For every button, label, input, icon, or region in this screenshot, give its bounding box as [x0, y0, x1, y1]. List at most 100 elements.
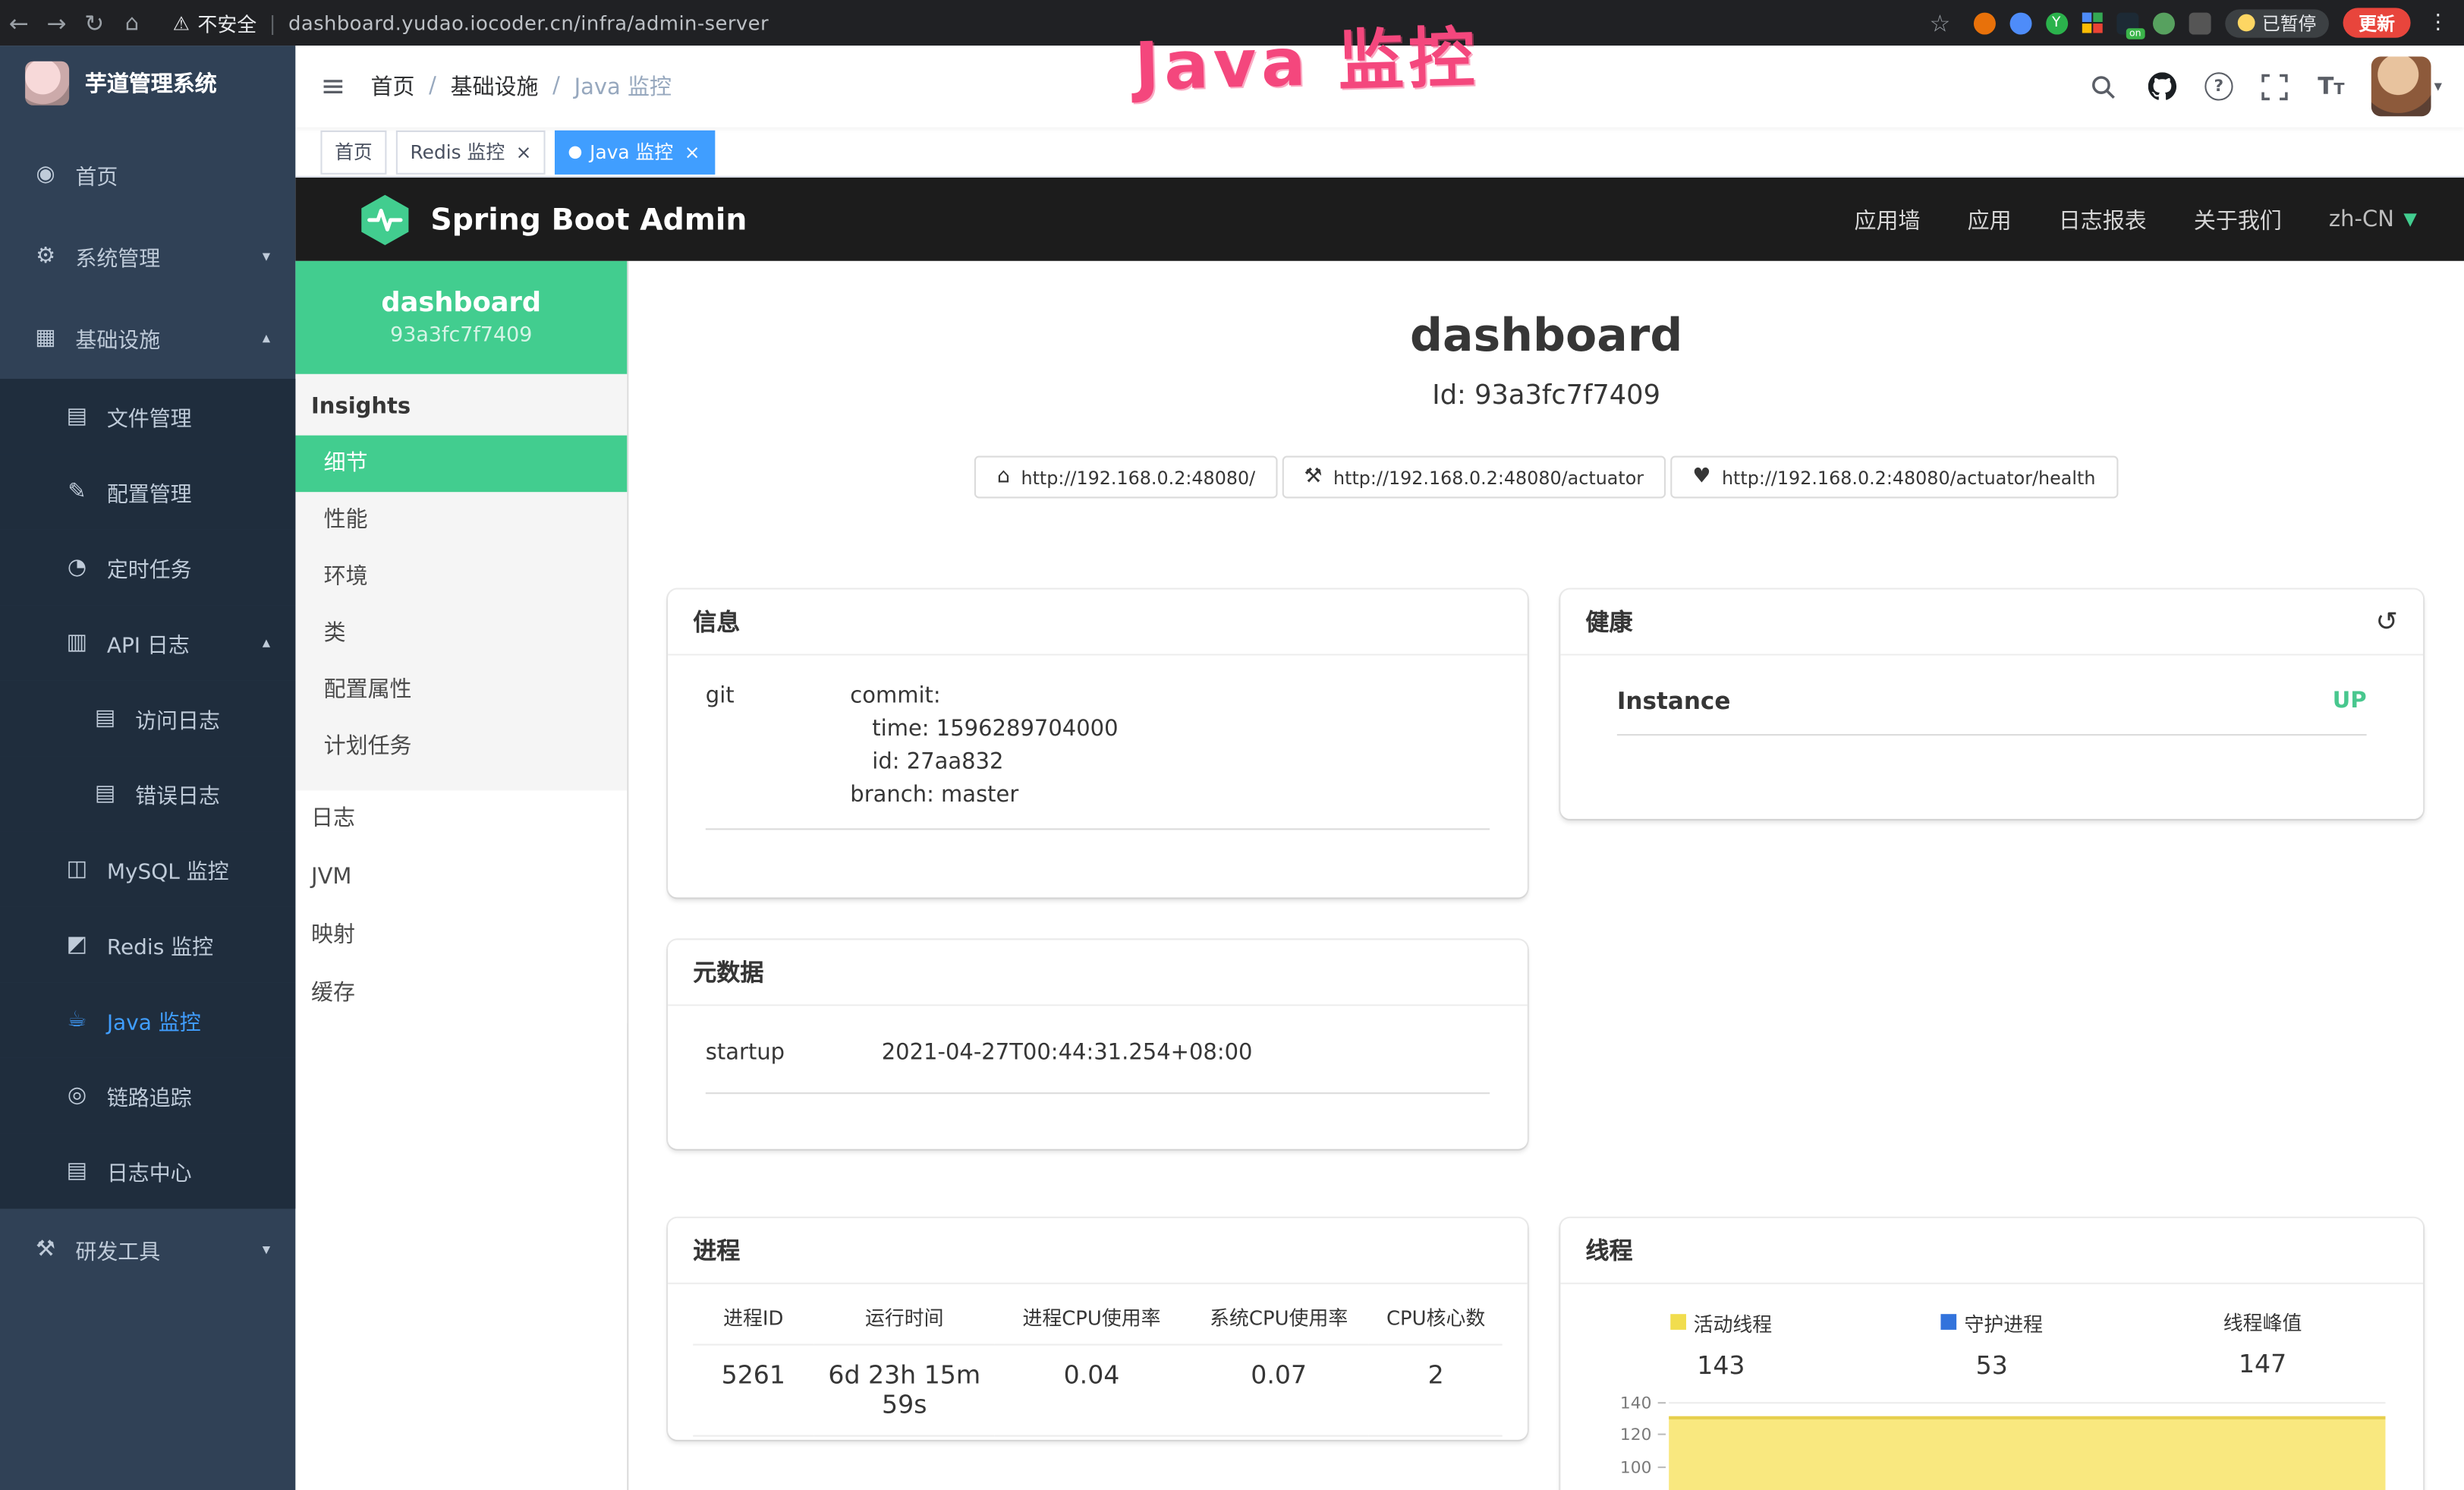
instance-id: 93a3fc7f7409	[390, 324, 532, 348]
sidebar-item-java-monitor[interactable]: ☕ Java 监控	[0, 982, 295, 1057]
sba-item-config-props[interactable]: 配置属性	[295, 662, 627, 719]
chevron-down-icon: ▾	[263, 1241, 270, 1258]
tab-java-monitor[interactable]: Java 监控 ×	[555, 130, 715, 174]
breadcrumb-home[interactable]: 首页	[371, 71, 415, 102]
app-title: 芋道管理系统	[85, 68, 217, 99]
tab-redis-monitor[interactable]: Redis 监控 ×	[396, 130, 546, 174]
font-size-icon[interactable]: TT	[2318, 72, 2344, 100]
process-card-title: 进程	[693, 1234, 740, 1267]
active-dot	[569, 146, 582, 159]
threads-chart: 140 120 100	[1585, 1401, 2398, 1490]
extension-fox-icon[interactable]	[1973, 12, 1995, 34]
sba-brand-title[interactable]: Spring Boot Admin	[430, 202, 747, 237]
sidebar-item-dev-tools[interactable]: ⚒ 研发工具 ▾	[0, 1208, 295, 1290]
sba-item-jvm[interactable]: JVM	[295, 849, 627, 907]
sba-nav-wallboard[interactable]: 应用墙	[1855, 203, 1921, 235]
status-badge: UP	[2333, 688, 2367, 713]
process-table-headers: 进程ID 运行时间 进程CPU使用率 系统CPU使用率 CPU核心数	[693, 1287, 1502, 1346]
process-cpu-value: 0.04	[995, 1346, 1188, 1437]
sidebar-item-api-log[interactable]: ▥ API 日志 ▴	[0, 605, 295, 680]
paused-badge[interactable]: 已暂停	[2224, 8, 2329, 36]
sidebar-item-config-mgmt[interactable]: ✎ 配置管理	[0, 454, 295, 529]
close-icon[interactable]: ×	[684, 140, 700, 162]
sidebar-item-system-mgmt[interactable]: ⚙ 系统管理 ▾	[0, 216, 295, 298]
sidebar-item-redis-monitor[interactable]: ◩ Redis 监控	[0, 907, 295, 982]
update-button[interactable]: 更新	[2343, 8, 2411, 37]
user-menu[interactable]: ▾	[2371, 57, 2442, 117]
sba-item-metrics[interactable]: 性能	[295, 492, 627, 549]
infrastructure-icon: ▦	[31, 326, 59, 351]
process-table-values: 5261 6d 23h 15m 59s 0.04 0.07 2	[693, 1346, 1502, 1437]
extension-green-icon[interactable]: Y	[2045, 12, 2067, 34]
app-sidebar: 芋道管理系统 ◉ 首页 ⚙ 系统管理 ▾ ▦ 基础设施 ▴ ▤ 文件管理 ✎	[0, 46, 295, 1490]
breadcrumb-infrastructure[interactable]: 基础设施	[451, 71, 539, 102]
sidebar-item-file-mgmt[interactable]: ▤ 文件管理	[0, 379, 295, 454]
health-card-title: 健康	[1585, 605, 1632, 638]
sidebar-item-access-log[interactable]: ▤ 访问日志	[0, 681, 295, 756]
extension-drop-icon[interactable]	[2009, 12, 2031, 34]
bookmark-star-icon[interactable]: ☆	[1921, 8, 1959, 36]
hamburger-icon[interactable]: ≡	[320, 69, 345, 104]
github-icon[interactable]	[2147, 71, 2178, 102]
site-security-chip[interactable]: ⚠ 不安全	[173, 8, 256, 37]
history-icon[interactable]: ↺	[2376, 606, 2399, 637]
sba-item-caches[interactable]: 缓存	[295, 965, 627, 1023]
tab-home[interactable]: 首页	[320, 130, 386, 174]
sba-item-classes[interactable]: 类	[295, 605, 627, 662]
close-icon[interactable]: ×	[516, 140, 532, 162]
browser-menu-icon[interactable]: ⋮	[2428, 11, 2448, 34]
uptime-value: 6d 23h 15m 59s	[813, 1346, 995, 1437]
extension-puzzle-icon[interactable]	[2189, 12, 2211, 34]
threads-card-title: 线程	[1585, 1234, 1632, 1267]
locale-select[interactable]: zh-CN ▼	[2329, 206, 2417, 232]
actuator-url-button[interactable]: ⚒ http://192.168.0.2:48080/actuator	[1282, 456, 1666, 499]
document-icon: ▤	[91, 706, 119, 731]
sba-nav-journal[interactable]: 日志报表	[2059, 203, 2147, 235]
sidebar-item-infrastructure[interactable]: ▦ 基础设施 ▴	[0, 297, 295, 379]
browser-back-icon[interactable]: ←	[0, 8, 38, 36]
database-icon: ◫	[63, 857, 91, 882]
sidebar-item-log-center[interactable]: ▤ 日志中心	[0, 1133, 295, 1208]
instance-links: ⌂ http://192.168.0.2:48080/ ⚒ http://192…	[628, 456, 2464, 499]
search-icon[interactable]	[2088, 71, 2119, 102]
info-value: commit: time: 1596289704000 id: 27aa832 …	[850, 681, 1490, 813]
home-icon: ⌂	[997, 465, 1010, 489]
tools-icon: ⚒	[31, 1237, 59, 1262]
instance-header[interactable]: dashboard 93a3fc7f7409	[295, 261, 627, 374]
sidebar-item-mysql-monitor[interactable]: ◫ MySQL 监控	[0, 831, 295, 906]
fullscreen-icon[interactable]	[2260, 71, 2291, 102]
app-logo[interactable]: 芋道管理系统	[0, 46, 295, 121]
extension-on-icon[interactable]: on	[2116, 12, 2138, 34]
browser-forward-icon[interactable]: →	[38, 8, 76, 36]
sba-item-logs[interactable]: 日志	[295, 791, 627, 849]
dashboard-icon: ◉	[31, 162, 59, 187]
sidebar-item-home[interactable]: ◉ 首页	[0, 134, 295, 216]
insights-group: Insights 细节 性能 环境 类 配置属性 计划任务	[295, 374, 627, 791]
service-url-button[interactable]: ⌂ http://192.168.0.2:48080/	[975, 456, 1277, 499]
sba-item-mappings[interactable]: 映射	[295, 907, 627, 966]
info-row-git: git commit: time: 1596289704000 id: 27aa…	[706, 681, 1490, 830]
sba-item-details[interactable]: 细节	[295, 436, 627, 493]
browser-reload-icon[interactable]: ↻	[75, 8, 113, 36]
url-bar[interactable]: dashboard.yudao.iocoder.cn/infra/admin-s…	[288, 11, 769, 34]
log-center-icon: ▤	[63, 1158, 91, 1183]
chevron-down-icon: ▼	[2403, 209, 2417, 229]
browser-home-icon[interactable]: ⌂	[113, 10, 151, 35]
sidebar-item-tracing[interactable]: ◎ 链路追踪	[0, 1058, 295, 1133]
sba-item-scheduled-tasks[interactable]: 计划任务	[295, 718, 627, 775]
chevron-up-icon: ▴	[263, 635, 270, 652]
extension-leaf-icon[interactable]	[2152, 12, 2174, 34]
extension-grid-icon[interactable]	[2082, 13, 2102, 33]
insights-section-label: Insights	[295, 374, 627, 436]
sidebar-item-scheduled-jobs[interactable]: ◔ 定时任务	[0, 530, 295, 605]
health-url-button[interactable]: ♥ http://192.168.0.2:48080/actuator/heal…	[1670, 456, 2117, 499]
sba-item-environment[interactable]: 环境	[295, 549, 627, 606]
health-instance-row[interactable]: Instance UP	[1617, 687, 2367, 736]
sidebar-item-error-log[interactable]: ▤ 错误日志	[0, 756, 295, 831]
sba-nav-applications[interactable]: 应用	[1968, 203, 2012, 235]
file-icon: ▤	[63, 404, 91, 429]
page-title: dashboard	[628, 308, 2464, 361]
help-icon[interactable]: ?	[2204, 72, 2233, 100]
sba-nav-about[interactable]: 关于我们	[2194, 203, 2282, 235]
metadata-row-startup: startup 2021-04-27T00:44:31.254+08:00	[706, 1031, 1490, 1094]
